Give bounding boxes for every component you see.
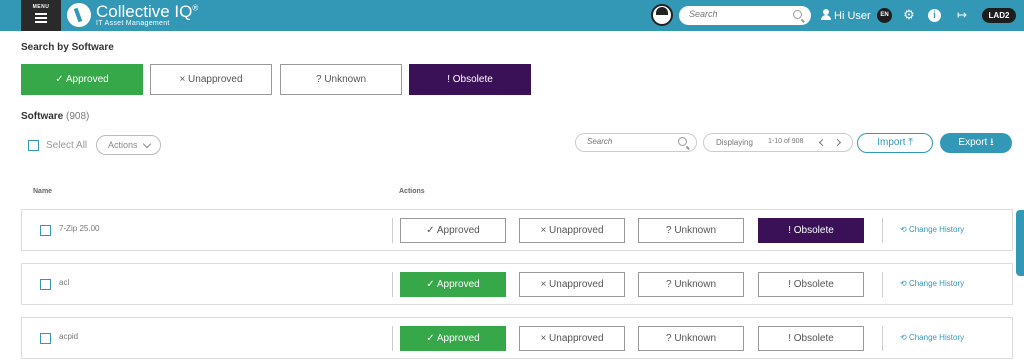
language-badge[interactable]: EN <box>877 8 892 23</box>
info-icon[interactable]: i <box>928 9 941 22</box>
change-history-link[interactable]: ⟲ Change History <box>900 279 964 288</box>
table-row: acl ✓ Approved × Unapproved ? Unknown ! … <box>21 263 1013 305</box>
displaying-label: Displaying <box>716 138 753 147</box>
software-name: acl <box>59 278 70 287</box>
global-search-input[interactable] <box>689 9 789 19</box>
unknown-button[interactable]: ? Unknown <box>638 326 744 351</box>
software-count: (908) <box>66 111 90 122</box>
environment-badge[interactable]: LAD2 <box>982 8 1016 23</box>
prev-page-icon[interactable] <box>818 138 827 147</box>
divider <box>882 272 883 297</box>
actions-dropdown[interactable]: Actions <box>96 135 161 155</box>
unknown-button[interactable]: ? Unknown <box>638 272 744 297</box>
software-search[interactable] <box>575 133 697 152</box>
filter-unapproved-button[interactable]: × Unapproved <box>150 64 272 95</box>
page-range: 1-10 of 908 <box>768 138 804 145</box>
column-header-actions: Actions <box>399 188 425 195</box>
user-icon <box>821 9 831 20</box>
row-checkbox[interactable] <box>40 333 51 344</box>
import-button[interactable]: Import ⤒ <box>857 133 933 153</box>
menu-icon <box>35 13 47 23</box>
software-title: Software (908) <box>21 111 90 122</box>
app-title: Collective IQ® <box>96 2 199 21</box>
software-search-input[interactable] <box>587 137 677 146</box>
pagination: Displaying 1-10 of 908 <box>703 133 853 152</box>
search-icon[interactable] <box>793 10 802 19</box>
gear-icon[interactable]: ⚙ <box>901 7 917 23</box>
global-search[interactable] <box>679 6 811 25</box>
filter-title: Search by Software <box>21 42 114 53</box>
divider <box>882 326 883 351</box>
row-checkbox[interactable] <box>40 279 51 290</box>
divider <box>392 272 393 297</box>
divider <box>882 218 883 243</box>
next-page-icon[interactable] <box>833 138 842 147</box>
table-row: 7-Zip 25.00 ✓ Approved × Unapproved ? Un… <box>21 209 1013 251</box>
app-subtitle: IT Asset Management <box>96 20 170 27</box>
row-checkbox[interactable] <box>40 225 51 236</box>
obsolete-button[interactable]: ! Obsolete <box>758 272 864 297</box>
logo-icon <box>67 3 91 27</box>
unknown-button[interactable]: ? Unknown <box>638 218 744 243</box>
select-all-label[interactable]: Select All <box>46 140 87 151</box>
table-row: acpid ✓ Approved × Unapproved ? Unknown … <box>21 317 1013 359</box>
change-history-link[interactable]: ⟲ Change History <box>900 225 964 234</box>
select-all-checkbox[interactable] <box>28 140 39 151</box>
unapproved-button[interactable]: × Unapproved <box>519 218 625 243</box>
column-header-name: Name <box>33 188 53 195</box>
top-bar: MENU Collective IQ® IT Asset Management … <box>0 0 1024 31</box>
filter-unknown-button[interactable]: ? Unknown <box>280 64 402 95</box>
menu-label: MENU <box>32 4 50 10</box>
side-panel-tab[interactable] <box>1016 210 1024 276</box>
search-icon[interactable] <box>678 137 687 146</box>
approved-button[interactable]: ✓ Approved <box>400 326 506 351</box>
obsolete-button[interactable]: ! Obsolete <box>758 326 864 351</box>
avatar[interactable] <box>651 4 673 26</box>
divider <box>392 218 393 243</box>
change-history-link[interactable]: ⟲ Change History <box>900 333 964 342</box>
export-button[interactable]: Export ⭳ <box>940 133 1012 153</box>
unapproved-button[interactable]: × Unapproved <box>519 326 625 351</box>
divider <box>392 326 393 351</box>
software-name: 7-Zip 25.00 <box>59 224 100 233</box>
approved-button[interactable]: ✓ Approved <box>400 218 506 243</box>
obsolete-button[interactable]: ! Obsolete <box>758 218 864 243</box>
unapproved-button[interactable]: × Unapproved <box>519 272 625 297</box>
logout-icon[interactable]: ↦ <box>954 7 970 23</box>
filter-approved-button[interactable]: ✓ Approved <box>21 64 143 95</box>
menu-button[interactable]: MENU <box>21 0 61 31</box>
approved-button[interactable]: ✓ Approved <box>400 272 506 297</box>
filter-obsolete-button[interactable]: ! Obsolete <box>409 64 531 95</box>
user-menu[interactable]: Hi User <box>821 9 871 22</box>
software-name: acpid <box>59 332 79 341</box>
